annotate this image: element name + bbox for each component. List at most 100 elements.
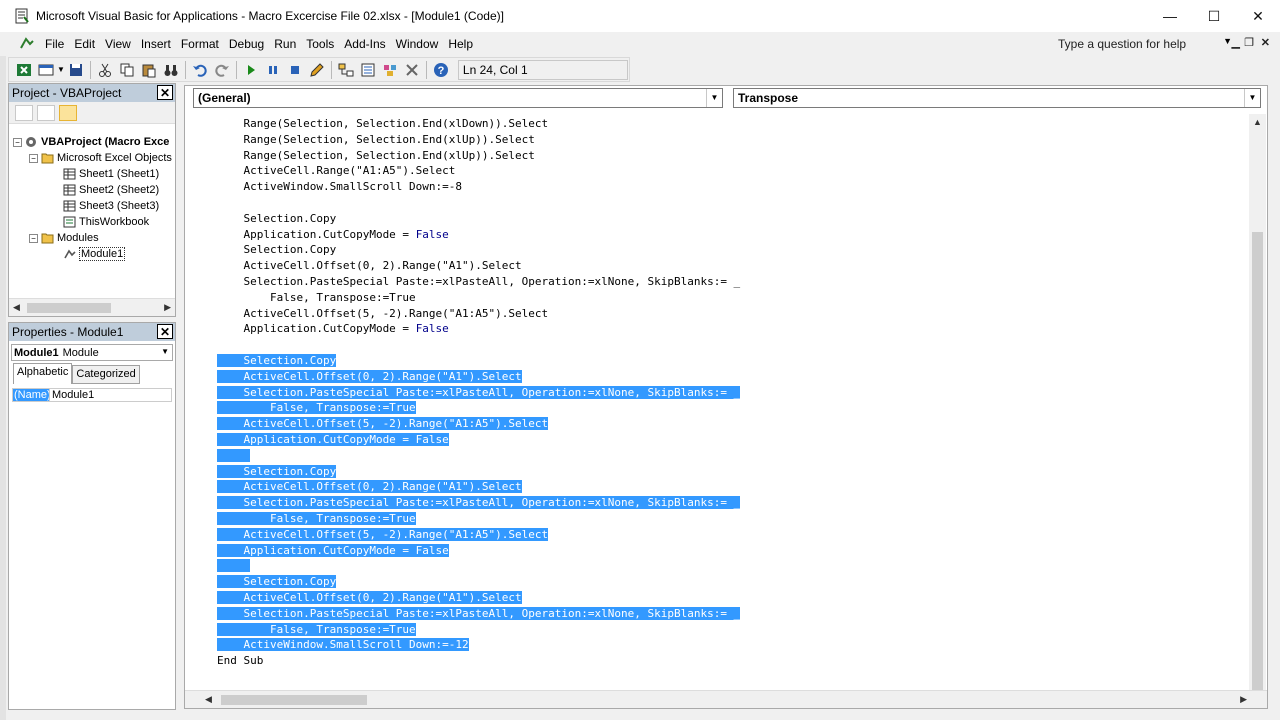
- code-line-text: Range(Selection, Selection.End(xlUp)).Se…: [217, 148, 535, 162]
- save-icon: [69, 63, 82, 76]
- redo-button[interactable]: [211, 60, 233, 80]
- object-combo[interactable]: (General) ▼: [193, 88, 723, 108]
- menu-tools[interactable]: Tools: [301, 34, 339, 54]
- properties-window-button[interactable]: [357, 60, 379, 80]
- code-line-text: Selection.Copy: [217, 575, 337, 589]
- scroll-right-icon[interactable]: ▶: [1240, 694, 1247, 705]
- procedure-combo[interactable]: Transpose ▼: [733, 88, 1261, 108]
- scroll-left-icon[interactable]: ◀: [205, 694, 212, 705]
- scroll-right-icon[interactable]: ▶: [164, 302, 171, 313]
- menu-format[interactable]: Format: [176, 34, 224, 54]
- collapse-icon[interactable]: −: [29, 153, 38, 163]
- mdi-close-icon[interactable]: ✕: [1261, 36, 1270, 49]
- menu-file[interactable]: File: [40, 34, 69, 54]
- code-line-text: Range(Selection, Selection.End(xlDown)).…: [217, 117, 549, 130]
- view-object-button[interactable]: [37, 104, 55, 121]
- properties-panel-close-button[interactable]: ✕: [157, 324, 173, 339]
- scroll-left-icon[interactable]: ◀: [13, 302, 20, 313]
- project-panel-close-button[interactable]: ✕: [157, 85, 173, 100]
- code-line: ActiveCell.Offset(5, -2).Range("A1:A5").…: [217, 416, 740, 432]
- cut-button[interactable]: [94, 60, 116, 80]
- properties-icon: [361, 63, 375, 76]
- maximize-button[interactable]: ☐: [1192, 1, 1236, 31]
- code-line: Selection.Copy: [217, 211, 740, 227]
- code-editor[interactable]: Range(Selection, Selection.End(xlDown)).…: [185, 112, 1249, 692]
- menu-window[interactable]: Window: [391, 34, 444, 54]
- property-row-name[interactable]: (Name) Module1: [12, 388, 172, 402]
- menu-debug[interactable]: Debug: [224, 34, 269, 54]
- project-explorer-button[interactable]: [335, 60, 357, 80]
- tab-categorized[interactable]: Categorized: [72, 365, 140, 384]
- code-line-text: ActiveCell.Offset(0, 2).Range("A1").Sele…: [217, 480, 522, 494]
- tree-node-sheet2[interactable]: Sheet2 (Sheet2): [63, 182, 159, 198]
- code-line: Selection.Copy: [217, 574, 740, 590]
- tab-alphabetic[interactable]: Alphabetic: [13, 363, 73, 384]
- collapse-icon[interactable]: −: [13, 137, 22, 147]
- insert-dropdown-icon[interactable]: ▼: [57, 65, 65, 74]
- chevron-down-icon[interactable]: ▼: [1244, 89, 1260, 107]
- minimize-button[interactable]: —: [1148, 1, 1192, 31]
- break-button[interactable]: [262, 60, 284, 80]
- scroll-thumb[interactable]: [1252, 232, 1263, 692]
- chevron-down-icon[interactable]: ▼: [706, 89, 722, 107]
- find-button[interactable]: [160, 60, 182, 80]
- project-explorer-panel: Project - VBAProject ✕ − VBAProject (Mac…: [8, 83, 176, 317]
- menu-help[interactable]: Help: [443, 34, 478, 54]
- menu-run[interactable]: Run: [269, 34, 301, 54]
- tree-node-module1[interactable]: Module1: [63, 246, 126, 262]
- mdi-restore-icon[interactable]: ❐: [1244, 36, 1254, 49]
- toolbar-separator: [184, 60, 186, 79]
- menu-insert[interactable]: Insert: [136, 34, 176, 54]
- tree-node-modules[interactable]: − Modules: [29, 230, 99, 246]
- object-browser-button[interactable]: [379, 60, 401, 80]
- code-line-text: ActiveCell.Offset(0, 2).Range("A1").Sele…: [217, 590, 522, 604]
- undo-button[interactable]: [189, 60, 211, 80]
- tree-node-excel-objects[interactable]: − Microsoft Excel Objects: [29, 150, 172, 166]
- insert-userform-button[interactable]: [35, 60, 57, 80]
- view-code-button[interactable]: [15, 104, 33, 121]
- toggle-folders-button[interactable]: [59, 104, 77, 121]
- code-horizontal-scrollbar[interactable]: ◀ ▶: [185, 690, 1267, 708]
- paste-button[interactable]: [138, 60, 160, 80]
- code-line-text: Application.CutCopyMode = False: [217, 432, 449, 446]
- mdi-minimize-icon[interactable]: ▁: [1232, 36, 1240, 49]
- scroll-thumb[interactable]: [221, 695, 367, 705]
- reset-button[interactable]: [284, 60, 306, 80]
- excel-view-icon[interactable]: [18, 36, 36, 52]
- code-line: Selection.Copy: [217, 353, 740, 369]
- collapse-icon[interactable]: −: [29, 233, 38, 243]
- tree-node-vbaproject[interactable]: − VBAProject (Macro Exce: [13, 134, 169, 150]
- scroll-thumb[interactable]: [27, 303, 111, 313]
- project-tree-horizontal-scrollbar[interactable]: ◀ ▶: [9, 298, 175, 316]
- run-button[interactable]: [240, 60, 262, 80]
- property-value[interactable]: Module1: [49, 389, 171, 401]
- properties-object-select[interactable]: Module1 Module ▼: [11, 344, 173, 361]
- help-search-input[interactable]: Type a question for help: [1054, 35, 1218, 53]
- tree-node-thisworkbook[interactable]: ThisWorkbook: [63, 214, 149, 230]
- toolbar-separator: [330, 60, 332, 79]
- menu-view[interactable]: View: [100, 34, 136, 54]
- menu-edit[interactable]: Edit: [69, 34, 100, 54]
- binoculars-icon: [164, 64, 178, 76]
- tree-node-sheet3[interactable]: Sheet3 (Sheet3): [63, 198, 159, 214]
- design-mode-button[interactable]: [306, 60, 328, 80]
- view-excel-button[interactable]: [13, 60, 35, 80]
- help-button[interactable]: ?: [430, 60, 452, 80]
- code-line-text: Selection.PasteSpecial Paste:=xlPasteAll…: [217, 274, 741, 288]
- toolbox-button[interactable]: [401, 60, 423, 80]
- code-vertical-scrollbar[interactable]: ▲: [1249, 114, 1266, 692]
- copy-button[interactable]: [116, 60, 138, 80]
- properties-panel: Properties - Module1 ✕ Module1 Module ▼ …: [8, 322, 176, 710]
- code-line-text: ActiveCell.Offset(0, 2).Range("A1").Sele…: [217, 369, 522, 383]
- tree-node-sheet1[interactable]: Sheet1 (Sheet1): [63, 166, 159, 182]
- close-button[interactable]: ✕: [1236, 1, 1280, 31]
- scroll-up-icon[interactable]: ▲: [1253, 117, 1262, 127]
- code-line: Application.CutCopyMode = False: [217, 543, 740, 559]
- menu-add-ins[interactable]: Add-Ins: [339, 34, 390, 54]
- save-button[interactable]: [65, 60, 87, 80]
- project-panel-header: Project - VBAProject ✕: [9, 84, 175, 102]
- code-window: (General) ▼ Transpose ▼ Range(Selection,…: [184, 85, 1268, 709]
- chevron-down-icon[interactable]: ▼: [161, 347, 169, 356]
- code-line: ActiveCell.Offset(0, 2).Range("A1").Sele…: [217, 258, 740, 274]
